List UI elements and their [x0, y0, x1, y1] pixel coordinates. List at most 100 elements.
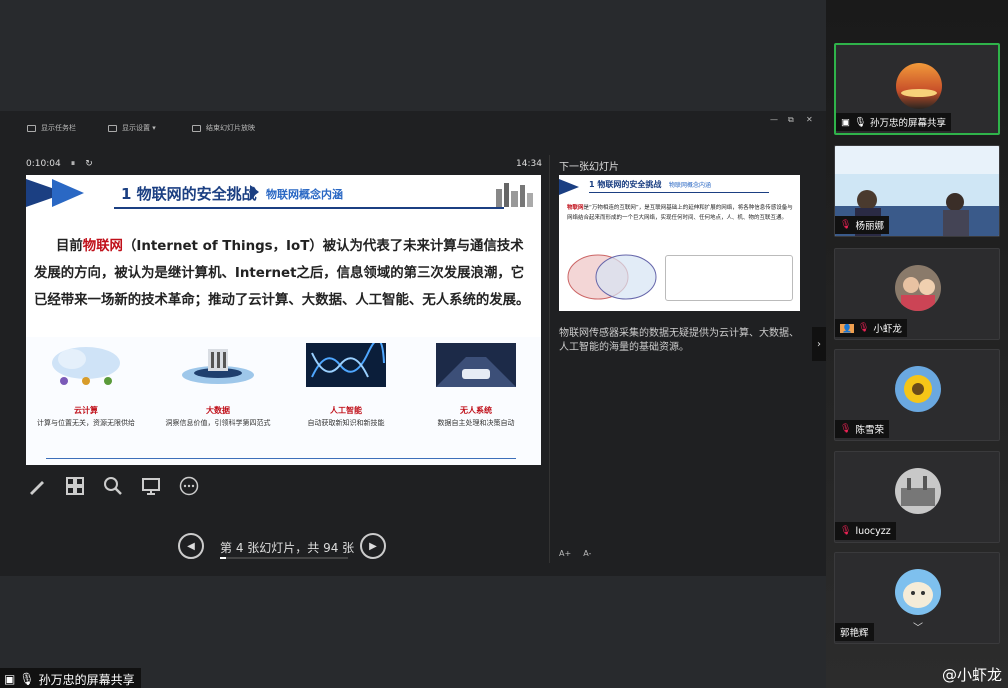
card-description: 自动获取新知识和新技能 [307, 419, 385, 427]
avatar [895, 569, 941, 615]
minimize-button[interactable]: — [770, 115, 778, 124]
next-slide-button[interactable]: ▶ [360, 533, 386, 559]
header-divider [589, 192, 769, 193]
database-icon [182, 349, 254, 384]
participant-tile-screen-share[interactable]: ▣ 🎙 孙万忠的屏幕共享 [834, 43, 1000, 135]
more-options-icon[interactable] [178, 475, 200, 497]
next-slide-title: 1 物联网的安全挑战 [589, 180, 662, 189]
collapse-panel-button[interactable]: › [812, 327, 826, 361]
card-title: 大数据 [206, 406, 230, 415]
pause-icon[interactable]: ⏸ [71, 159, 76, 169]
notes-font-controls: A+ A- [559, 549, 591, 558]
card-title: 云计算 [74, 406, 98, 415]
microphone-muted-icon: 🎙 [840, 220, 852, 230]
presenter-tools [26, 475, 200, 497]
slide-navigation: ◀ 第 4 张幻灯片，共 94 张 ▶ [178, 533, 388, 561]
dna-icon [306, 339, 386, 387]
header-divider [114, 207, 504, 209]
slide-title: 1 物联网的安全挑战 [121, 185, 257, 203]
next-slide-body: 物联网是“万物相连的互联网”，是互联网基础上的延伸和扩展的网络，将各种信息传感设… [567, 205, 793, 221]
venn-diagram-icon [567, 254, 657, 300]
next-slide-subtitle: 物联网概念内涵 [669, 182, 712, 189]
slideshow-timer: 0:10:04 ⏸ ↻ [26, 159, 93, 169]
big-data-card: 大数据 洞察信息价值，引领科学第四范式 [158, 343, 278, 428]
header-chevron-icon [52, 179, 84, 207]
user-avatar-icon: 👤 [840, 323, 854, 333]
show-taskbar-button[interactable]: 显示任务栏 [27, 123, 76, 133]
slide-header: 1 物联网的安全挑战 物联网概念内涵 [26, 175, 541, 219]
microphone-muted-icon: 🎙 [857, 323, 870, 333]
decrease-font-button[interactable]: A- [583, 549, 591, 558]
end-slideshow-button[interactable]: 结束幻灯片放映 [192, 123, 255, 133]
monitor-icon [108, 124, 117, 132]
previous-slide-button[interactable]: ◀ [178, 533, 204, 559]
next-slide-preview[interactable]: 1 物联网的安全挑战 物联网概念内涵 物联网是“万物相连的互联网”，是互联网基础… [559, 175, 800, 311]
card-title: 无人系统 [460, 406, 492, 415]
presenter-view: 显示任务栏 显示设置 ▾ 结束幻灯片放映 — ⧉ ✕ 0:10:04 ⏸ ↻ 1… [0, 111, 826, 576]
city-skyline-icon [496, 183, 533, 207]
card-description: 数据自主处理和决策自动 [437, 419, 515, 427]
screen-share-icon: ▣ [841, 116, 850, 128]
participant-tile[interactable]: 🎙 luocyzz [834, 451, 1000, 543]
taskbar-icon [27, 124, 36, 132]
zoom-icon[interactable] [102, 475, 124, 497]
reset-timer-icon[interactable]: ↻ [85, 159, 93, 169]
elapsed-time: 0:10:04 [26, 159, 61, 169]
pen-icon[interactable] [26, 475, 48, 497]
cloud-computing-card: 云计算 计算与位置无关，资源无限供给 [26, 343, 146, 428]
card-description: 计算与位置无关，资源无限供给 [37, 419, 135, 427]
black-screen-icon[interactable] [140, 475, 162, 497]
arrow-icon [250, 185, 259, 199]
speaker-notes: 物联网传感器采集的数据无疑提供为云计算、大数据、人工智能的海量的基础资源。 [559, 328, 799, 353]
card-title: 人工智能 [330, 406, 362, 415]
microphone-muted-icon: 🎙 [840, 526, 852, 536]
next-slide-label: 下一张幻灯片 [559, 162, 619, 173]
shared-screen-area: 显示任务栏 显示设置 ▾ 结束幻灯片放映 — ⧉ ✕ 0:10:04 ⏸ ↻ 1… [0, 0, 826, 688]
scroll-down-icon[interactable]: ﹀ [913, 619, 923, 634]
participant-tile[interactable]: 👤 🎙 小虾龙 [834, 248, 1000, 340]
close-button[interactable]: ✕ [806, 115, 813, 124]
microphone-icon: 🎙 [853, 116, 867, 128]
avatar [896, 63, 942, 109]
slide-progress-fill [220, 557, 226, 559]
participant-tile[interactable]: 🎙 陈雪荣 [834, 349, 1000, 441]
presenter-toolbar: 显示任务栏 显示设置 ▾ 结束幻灯片放映 — ⧉ ✕ [0, 111, 826, 141]
microphone-muted-icon: 🎙 [840, 424, 852, 434]
header-chevron-icon [559, 179, 579, 195]
increase-font-button[interactable]: A+ [559, 549, 571, 558]
avatar [895, 366, 941, 412]
participant-name-bar: 🎙 luocyzz [835, 522, 896, 540]
end-show-icon [192, 124, 201, 132]
technology-cards: 云计算 计算与位置无关，资源无限供给 大数据 洞察信息价值，引领科学第四范式 人… [26, 337, 541, 465]
all-slides-icon[interactable] [64, 475, 86, 497]
participant-name-bar: 郭艳辉 [835, 623, 874, 641]
participant-name-bar: 🎙 陈雪荣 [835, 420, 889, 438]
cloud-icon [52, 347, 120, 385]
slide-counter: 第 4 张幻灯片，共 94 张 [220, 541, 355, 555]
avatar [895, 265, 941, 311]
microphone-icon: 🎙 [19, 672, 35, 686]
ai-card: 人工智能 自动获取新知识和新技能 [286, 339, 406, 428]
slide-body-text: 目前物联网（Internet of Things，IoT）被认为代表了未来计算与… [34, 239, 530, 308]
current-slide: 1 物联网的安全挑战 物联网概念内涵 目前物联网（Internet of Thi… [26, 175, 541, 465]
slide-subtitle: 物联网概念内涵 [266, 188, 343, 201]
participant-tile[interactable]: 🎙 杨丽娜 [834, 145, 1000, 237]
slide-progress-bar [220, 557, 348, 559]
screen-share-label: ▣ 🎙 孙万忠的屏幕共享 [0, 668, 141, 688]
restore-button[interactable]: ⧉ [788, 115, 794, 125]
participant-name-bar: 🎙 杨丽娜 [835, 216, 889, 234]
participant-name-bar: ▣ 🎙 孙万忠的屏幕共享 [836, 113, 952, 131]
pane-divider[interactable] [549, 155, 550, 563]
unmanned-systems-card: 无人系统 数据自主处理和决策自动 [416, 343, 536, 428]
participant-name-bar: 👤 🎙 小虾龙 [835, 319, 907, 337]
avatar [895, 468, 941, 514]
watermark: @小虾龙 [941, 666, 1002, 684]
current-time: 14:34 [516, 159, 542, 169]
card-description: 洞察信息价值，引领科学第四范式 [165, 419, 271, 427]
autonomous-vehicle-icon [436, 343, 516, 387]
definition-box [665, 255, 793, 301]
display-settings-button[interactable]: 显示设置 ▾ [108, 123, 156, 133]
participant-tile[interactable]: ﹀ 郭艳辉 [834, 552, 1000, 644]
screen-share-icon: ▣ [4, 672, 16, 686]
footer-line [46, 458, 516, 459]
